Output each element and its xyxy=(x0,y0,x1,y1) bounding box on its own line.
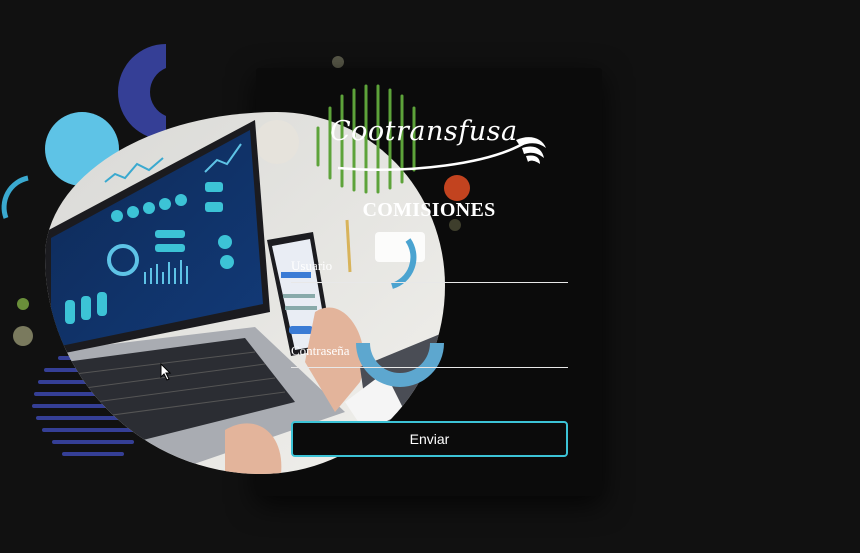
logo-swoosh-icon xyxy=(337,137,546,171)
submit-button[interactable]: Enviar xyxy=(291,421,568,457)
cootransfusa-logo: Cootransfusa xyxy=(330,116,550,180)
password-input[interactable] xyxy=(291,347,568,367)
green-dot-shape xyxy=(17,298,29,310)
username-underline xyxy=(291,282,568,283)
username-input[interactable] xyxy=(291,262,568,282)
olive-dot-shape xyxy=(13,326,33,346)
navy-arc-shape xyxy=(118,44,166,140)
password-underline xyxy=(291,367,568,368)
cyan-arc-shape xyxy=(1,175,29,219)
mouse-cursor-icon xyxy=(160,363,172,381)
gray-dot-shape xyxy=(332,56,344,68)
page-title: COMISIONES xyxy=(362,199,496,221)
